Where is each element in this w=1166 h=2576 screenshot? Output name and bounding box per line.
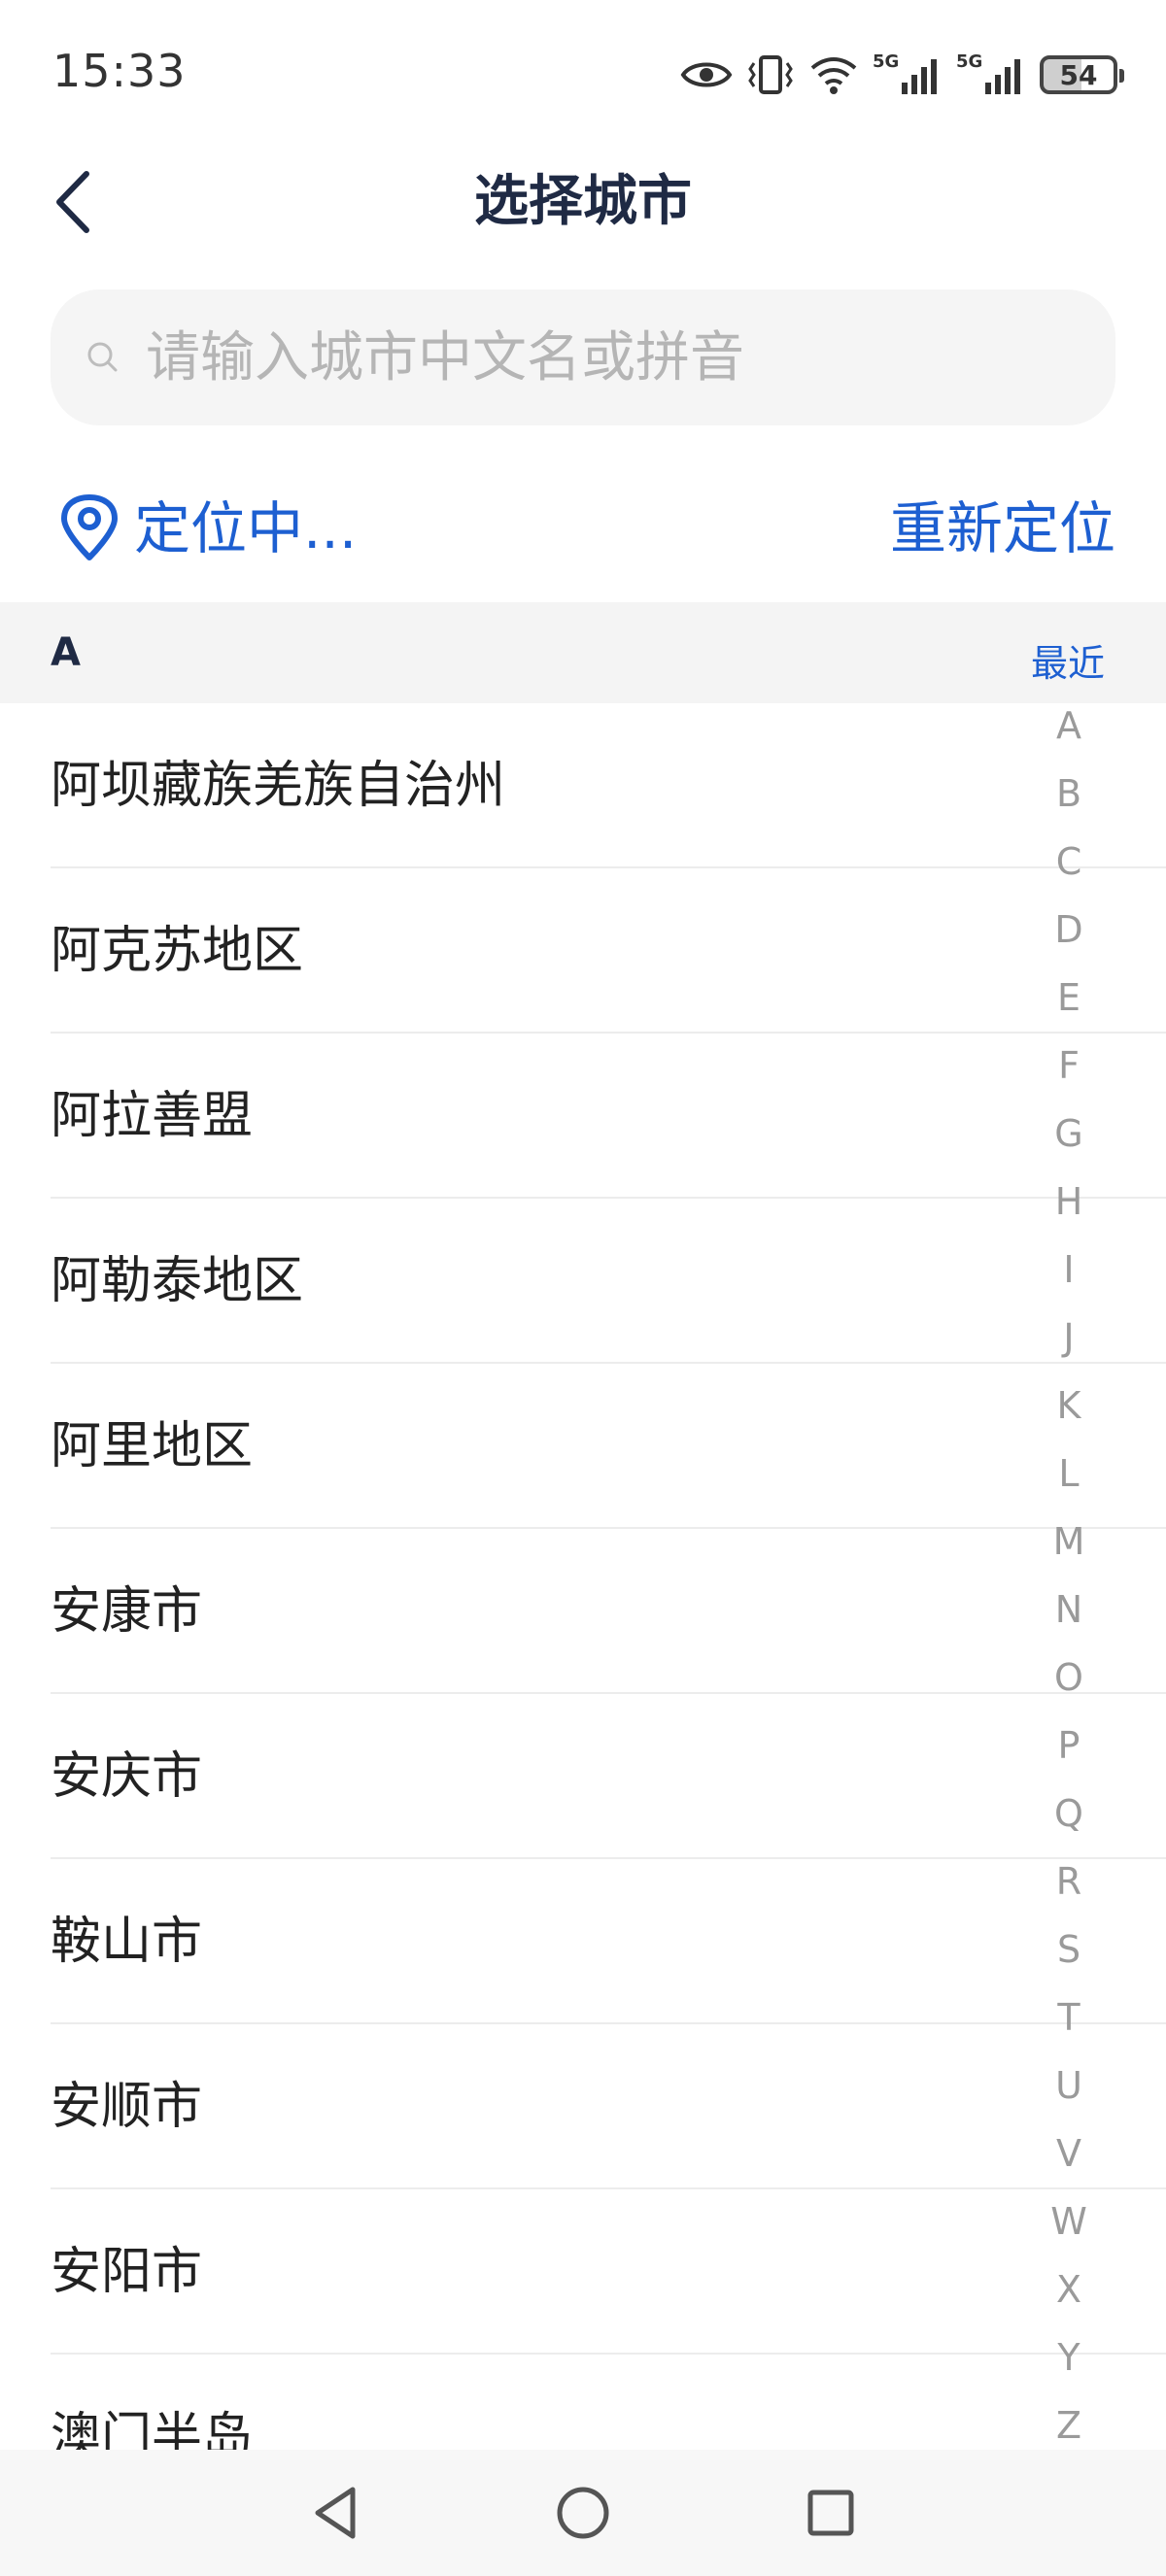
- city-name: 阿坝藏族羌族自治州: [51, 757, 506, 815]
- city-list-item[interactable]: 阿坝藏族羌族自治州: [0, 703, 1166, 868]
- city-name: 安庆市: [51, 1747, 203, 1806]
- index-letter-w[interactable]: W: [1030, 2197, 1108, 2265]
- location-pin-icon: [61, 494, 118, 560]
- index-letter-l[interactable]: L: [1030, 1449, 1108, 1517]
- battery-indicator: 54: [1040, 55, 1124, 94]
- city-name: 安顺市: [51, 2078, 203, 2136]
- network-label-1: 5G: [873, 51, 900, 72]
- city-list-item[interactable]: 安阳市: [0, 2189, 1166, 2355]
- index-letter-y[interactable]: Y: [1030, 2333, 1108, 2401]
- search-box[interactable]: [51, 288, 1115, 426]
- index-letter-k[interactable]: K: [1030, 1381, 1108, 1449]
- city-list-item[interactable]: 阿克苏地区: [0, 868, 1166, 1034]
- search-icon: [87, 342, 118, 372]
- page-title: 选择城市: [474, 170, 692, 233]
- alphabet-index: A B C D E F G H I J K L M N O P Q R S T …: [1030, 701, 1108, 2469]
- index-letter-o[interactable]: O: [1030, 1653, 1108, 1721]
- vibrate-icon: [746, 53, 795, 96]
- wifi-icon: [808, 54, 859, 95]
- system-nav-bar: [0, 2450, 1166, 2576]
- city-list-item[interactable]: 阿里地区: [0, 1364, 1166, 1529]
- index-letter-g[interactable]: G: [1030, 1109, 1108, 1177]
- index-letter-x[interactable]: X: [1030, 2265, 1108, 2333]
- index-letter-p[interactable]: P: [1030, 1721, 1108, 1789]
- eye-icon: [680, 57, 733, 92]
- city-list-item[interactable]: 安顺市: [0, 2024, 1166, 2189]
- recents-square-icon: [807, 2490, 854, 2536]
- city-name: 阿里地区: [51, 1417, 254, 1475]
- index-letter-q[interactable]: Q: [1030, 1789, 1108, 1857]
- city-name: 鞍山市: [51, 1913, 203, 1971]
- city-picker-screen: 15:33 5G 5G 54 选择城市 请输入城市中文名或拼音 定位中... 重…: [0, 0, 1166, 2576]
- nav-header: 选择城市: [0, 146, 1166, 262]
- battery-level: 54: [1059, 58, 1098, 91]
- city-list: 阿坝藏族羌族自治州 阿克苏地区 阿拉善盟 阿勒泰地区 阿里地区 安康市 安庆市 …: [0, 703, 1166, 2520]
- index-recent[interactable]: 最近: [1031, 633, 1105, 687]
- index-letter-i[interactable]: I: [1030, 1245, 1108, 1313]
- network-label-2: 5G: [956, 51, 983, 72]
- city-list-item[interactable]: 鞍山市: [0, 1859, 1166, 2024]
- signal-5g-icon: 5G: [956, 51, 1026, 96]
- city-name: 阿克苏地区: [51, 922, 304, 980]
- index-letter-c[interactable]: C: [1030, 837, 1108, 905]
- home-circle-icon: [557, 2487, 609, 2539]
- status-time: 15:33: [52, 45, 187, 97]
- index-letter-m[interactable]: M: [1030, 1517, 1108, 1585]
- city-list-item[interactable]: 阿勒泰地区: [0, 1199, 1166, 1364]
- index-letter-s[interactable]: S: [1030, 1925, 1108, 1993]
- index-letter-n[interactable]: N: [1030, 1585, 1108, 1653]
- city-list-item[interactable]: 阿拉善盟: [0, 1034, 1166, 1199]
- index-letter-v[interactable]: V: [1030, 2129, 1108, 2197]
- index-letter-b[interactable]: B: [1030, 769, 1108, 837]
- location-row: 定位中... 重新定位: [0, 476, 1166, 583]
- index-letter-r[interactable]: R: [1030, 1857, 1108, 1925]
- index-letter-t[interactable]: T: [1030, 1993, 1108, 2061]
- index-letter-d[interactable]: D: [1030, 905, 1108, 973]
- city-name: 安康市: [51, 1582, 203, 1641]
- back-triangle-icon: [315, 2487, 356, 2539]
- index-letter-h[interactable]: H: [1030, 1177, 1108, 1245]
- status-bar: 15:33 5G 5G 54: [0, 0, 1166, 146]
- city-name: 阿勒泰地区: [51, 1252, 304, 1310]
- index-letter-u[interactable]: U: [1030, 2061, 1108, 2129]
- index-letter-j[interactable]: J: [1030, 1313, 1108, 1381]
- city-name: 安阳市: [51, 2243, 203, 2301]
- city-list-item[interactable]: 安庆市: [0, 1694, 1166, 1859]
- index-letter-e[interactable]: E: [1030, 973, 1108, 1041]
- location-status: 定位中...: [134, 495, 358, 561]
- system-back-button[interactable]: [301, 2479, 369, 2547]
- index-letter-f[interactable]: F: [1030, 1041, 1108, 1109]
- city-name: 阿拉善盟: [51, 1087, 254, 1145]
- status-icons: 5G 5G 54: [680, 49, 1124, 101]
- index-letter-a[interactable]: A: [1030, 701, 1108, 769]
- section-header: A 最近: [0, 602, 1166, 703]
- city-list-item[interactable]: 安康市: [0, 1529, 1166, 1694]
- section-letter: A: [51, 630, 81, 675]
- system-recents-button[interactable]: [797, 2479, 865, 2547]
- relocate-button[interactable]: 重新定位: [890, 490, 1115, 567]
- system-home-button[interactable]: [549, 2479, 617, 2547]
- signal-5g-icon: 5G: [873, 51, 943, 96]
- search-input[interactable]: [144, 288, 1115, 426]
